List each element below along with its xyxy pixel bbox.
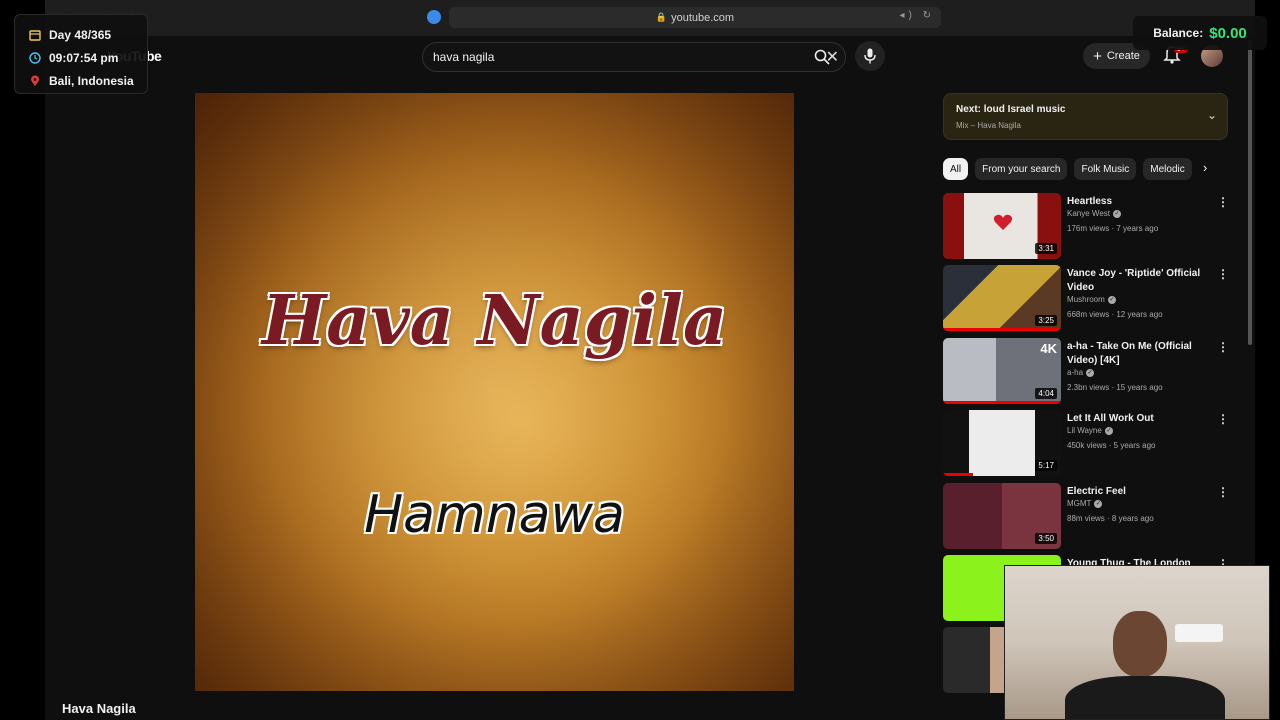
chevron-right-icon[interactable]: › — [1203, 160, 1207, 175]
balance-value: $0.00 — [1209, 24, 1247, 42]
verified-icon: ✓ — [1086, 368, 1095, 377]
more-options-icon[interactable]: ⋮ — [1217, 485, 1229, 499]
create-label: Create — [1106, 50, 1140, 62]
video-thumbnail[interactable]: 3:25 — [943, 265, 1061, 331]
video-thumbnail[interactable]: 4K 4:04 — [943, 338, 1061, 404]
address-bar[interactable]: 🔒 youtube.com ◂) ↻ — [449, 7, 941, 28]
person-head — [1113, 611, 1167, 677]
scrollbar-thumb[interactable] — [1248, 40, 1252, 345]
chip-all[interactable]: All — [943, 158, 969, 180]
more-options-icon[interactable]: ⋮ — [1217, 412, 1229, 426]
channel-name[interactable]: MGMT ✓ — [1067, 499, 1103, 508]
channel-label: Lil Wayne — [1067, 426, 1102, 435]
video-meta: 88m views · 8 years ago — [1067, 514, 1154, 523]
location-text: Bali, Indonesia — [49, 73, 134, 88]
channel-name[interactable]: Mushroom ✓ — [1067, 295, 1116, 304]
channel-name[interactable]: Lil Wayne ✓ — [1067, 426, 1113, 435]
recommendation-title[interactable]: Heartless — [1067, 195, 1202, 209]
watch-progress-bar — [943, 328, 1061, 331]
channel-label: Mushroom — [1067, 295, 1105, 304]
video-thumbnail[interactable]: 3:50 — [943, 483, 1061, 549]
channel-label: a-ha — [1067, 368, 1084, 377]
stream-info-overlay: Day 48/365 09:07:54 pm Bali, Indonesia — [14, 14, 148, 94]
watch-progress-bar — [943, 401, 1061, 404]
more-options-icon[interactable]: ⋮ — [1217, 340, 1229, 354]
4k-badge-icon: 4K — [1040, 341, 1057, 356]
more-options-icon[interactable]: ⋮ — [1217, 195, 1229, 209]
video-meta: 2.3bn views · 15 years ago — [1067, 383, 1163, 392]
video-thumbnail[interactable]: 3:31 — [943, 193, 1061, 259]
time-row: 09:07:54 pm — [29, 46, 147, 69]
up-next-mix-panel[interactable]: Next: loud Israel music Mix – Hava Nagil… — [943, 93, 1228, 140]
watch-progress-bar — [943, 473, 973, 476]
chip-folk-music[interactable]: Folk Music — [1074, 158, 1137, 180]
voice-search-button[interactable] — [855, 41, 885, 71]
recommendation-title[interactable]: Let It All Work Out — [1067, 412, 1202, 426]
recommendation-item[interactable]: 3:25 Vance Joy - 'Riptide' Official Vide… — [943, 265, 1229, 331]
channel-label: MGMT — [1067, 499, 1092, 508]
plus-icon: + — [1093, 47, 1102, 65]
day-counter: Day 48/365 — [49, 27, 112, 42]
recommendation-title[interactable]: Vance Joy - 'Riptide' Official Video — [1067, 267, 1202, 295]
webcam-feed — [1004, 565, 1270, 720]
video-meta: 450k views · 5 years ago — [1067, 441, 1156, 450]
recommendation-item[interactable]: 4K 4:04 a-ha - Take On Me (Official Vide… — [943, 338, 1229, 404]
video-meta: 668m views · 12 years ago — [1067, 310, 1163, 319]
heart-icon — [993, 214, 1013, 230]
filter-chips: All From your search Folk Music Melodic — [943, 158, 1228, 180]
local-time: 09:07:54 pm — [49, 50, 119, 65]
duration-badge: 3:31 — [1035, 243, 1057, 254]
browser-toolbar: ▭ ‹ › 🔒 youtube.com ◂) ↻ — [45, 0, 1255, 36]
search-input[interactable]: hava nagila ✕ — [422, 42, 846, 72]
reload-icon[interactable]: ◂) ↻ — [899, 10, 935, 21]
day-row: Day 48/365 — [29, 23, 147, 46]
video-player[interactable]: Hava Nagila Hamnawa — [195, 93, 794, 691]
verified-icon: ✓ — [1104, 426, 1113, 435]
duration-badge: 3:25 — [1035, 315, 1057, 326]
location-row: Bali, Indonesia — [29, 69, 147, 92]
recommendation-title[interactable]: Electric Feel — [1067, 485, 1202, 499]
verified-icon: ✓ — [1094, 499, 1103, 508]
url-text: youtube.com — [671, 11, 735, 24]
duration-badge: 4:04 — [1035, 388, 1057, 399]
clock-icon — [29, 51, 41, 64]
duration-badge: 5:17 — [1035, 460, 1057, 471]
air-conditioner-unit — [1175, 624, 1223, 642]
album-art-title: Hava Nagila — [261, 281, 728, 361]
duration-badge: 3:50 — [1035, 533, 1057, 544]
recommendation-item[interactable]: 5:17 Let It All Work Out Lil Wayne ✓ 450k… — [943, 410, 1229, 476]
verified-icon: ✓ — [1107, 295, 1116, 304]
chip-melodic[interactable]: Melodic — [1143, 158, 1192, 180]
video-meta: 176m views · 7 years ago — [1067, 224, 1159, 233]
up-next-title: Next: loud Israel music — [956, 104, 1066, 115]
search-query: hava nagila — [433, 50, 495, 64]
search-icon — [814, 49, 830, 65]
video-title: Hava Nagila — [62, 701, 136, 716]
calendar-icon — [29, 29, 41, 41]
recommendation-item[interactable]: 3:31 Heartless Kanye West ✓ 176m views · … — [943, 193, 1229, 259]
more-options-icon[interactable]: ⋮ — [1217, 267, 1229, 281]
channel-name[interactable]: a-ha ✓ — [1067, 368, 1095, 377]
person-body — [1065, 676, 1225, 719]
verified-icon: ✓ — [1112, 209, 1121, 218]
chip-from-your-search[interactable]: From your search — [975, 158, 1068, 180]
balance-label: Balance: — [1153, 26, 1204, 40]
up-next-subtitle: Mix – Hava Nagila — [956, 121, 1021, 130]
lock-icon: 🔒 — [655, 12, 668, 22]
chevron-down-icon[interactable]: ⌄ — [1207, 108, 1217, 122]
recommendation-item[interactable]: 3:50 Electric Feel MGMT ✓ 88m views · 8 y… — [943, 483, 1229, 549]
location-pin-icon — [31, 75, 39, 86]
balance-overlay: Balance: $0.00 — [1133, 16, 1267, 50]
microphone-icon — [864, 48, 876, 64]
video-thumbnail[interactable]: 5:17 — [943, 410, 1061, 476]
channel-label: Kanye West — [1067, 209, 1110, 218]
search-button[interactable] — [807, 44, 837, 70]
album-art-subtitle: Hamnawa — [364, 485, 625, 545]
recommendation-title[interactable]: a-ha - Take On Me (Official Video) [4K] — [1067, 340, 1202, 368]
site-favicon-icon — [427, 10, 441, 24]
channel-name[interactable]: Kanye West ✓ — [1067, 209, 1121, 218]
